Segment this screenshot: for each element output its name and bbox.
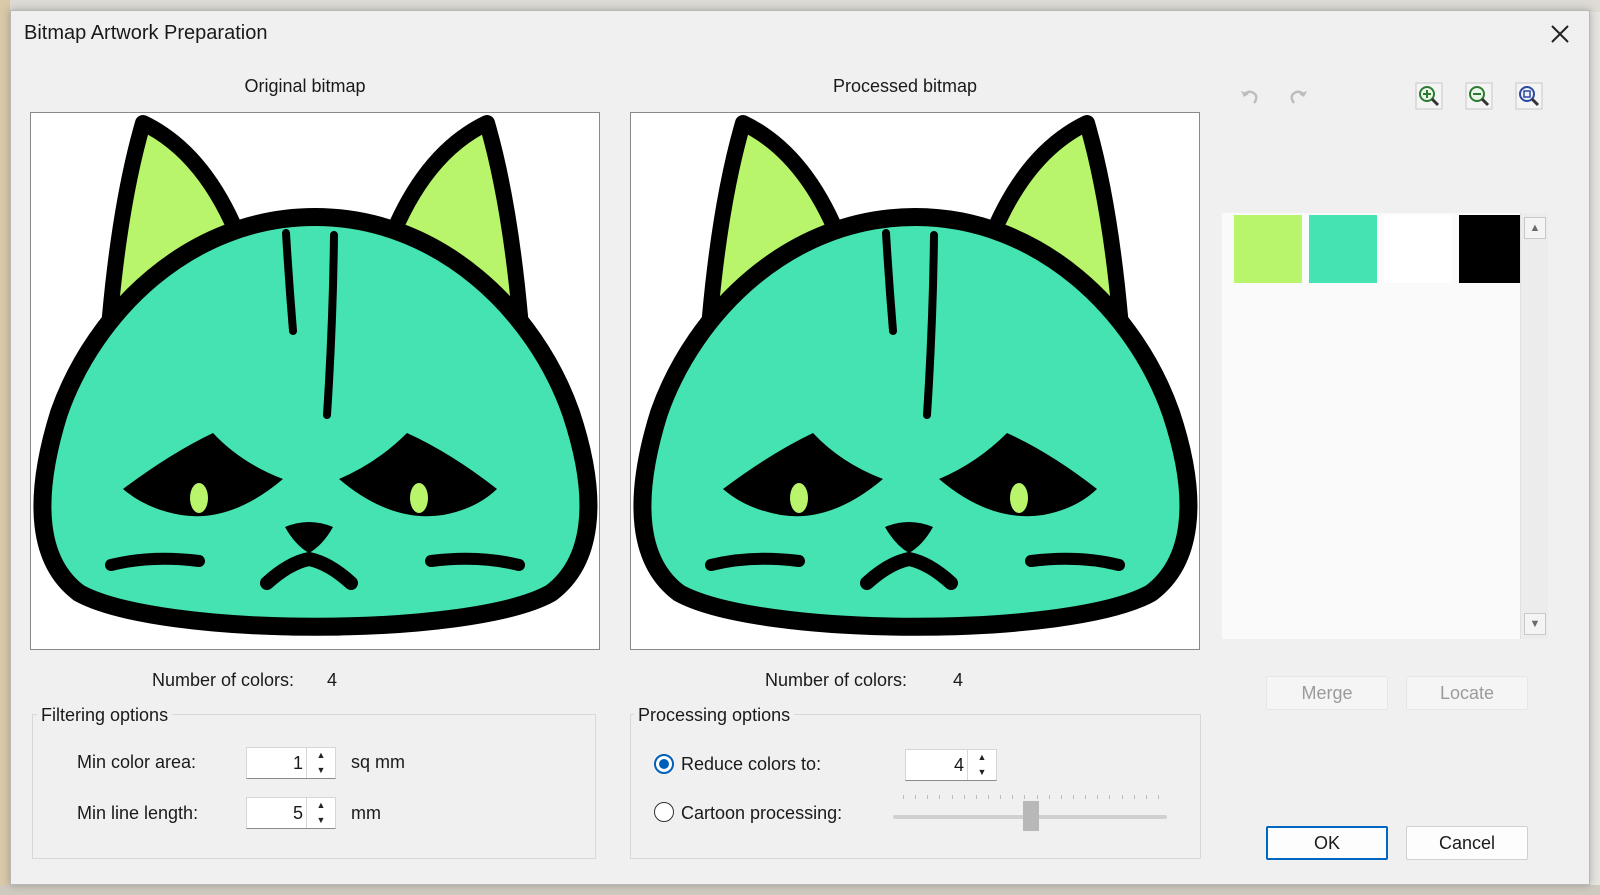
min-color-area-value: 1: [292, 753, 303, 773]
slider-tick: [951, 795, 953, 799]
zoom-fit-button[interactable]: [1512, 79, 1546, 113]
background-app-bottom: [0, 885, 1600, 895]
cat-whisker: [425, 552, 525, 571]
slider-tick: [1145, 795, 1147, 799]
cancel-button[interactable]: Cancel: [1406, 826, 1528, 860]
processed-cat-image: [633, 115, 1198, 636]
processing-options-title: Processing options: [634, 705, 795, 726]
redo-button[interactable]: [1282, 80, 1316, 114]
min-color-area-label: Min color area:: [77, 752, 197, 772]
slider-tick: [1000, 795, 1002, 799]
scroll-down-icon[interactable]: ▼: [1524, 613, 1546, 635]
processed-bitmap-view[interactable]: [630, 112, 1200, 650]
palette-swatch[interactable]: [1384, 215, 1452, 283]
original-colors-label: Number of colors:: [152, 670, 295, 690]
slider-tick: [1121, 795, 1123, 799]
close-icon: [1551, 25, 1569, 43]
reduce-colors-radio[interactable]: [654, 754, 674, 774]
dialog-title: Bitmap Artwork Preparation: [24, 22, 268, 44]
min-color-area-unit: sq mm: [351, 752, 405, 772]
palette-swatch[interactable]: [1234, 215, 1302, 283]
original-bitmap-caption: Original bitmap: [244, 76, 366, 96]
spin-down-icon[interactable]: ▼: [307, 813, 335, 828]
spin-down-icon[interactable]: ▼: [307, 763, 335, 778]
slider-tick: [939, 795, 941, 799]
slider-tick: [1048, 795, 1050, 799]
slider-tick: [1024, 795, 1026, 799]
slider-tick: [975, 795, 977, 799]
palette-swatch[interactable]: [1309, 215, 1377, 283]
spin-up-icon[interactable]: ▲: [307, 798, 335, 813]
palette-swatch[interactable]: [1459, 215, 1527, 283]
min-line-length-label: Min line length:: [77, 803, 199, 823]
redo-icon: [1290, 90, 1307, 104]
slider-tick: [1060, 795, 1062, 799]
min-line-length-value: 5: [292, 803, 303, 823]
spin-up-icon[interactable]: ▲: [307, 748, 335, 763]
cat-whisker: [705, 552, 805, 571]
processed-colors-label: Number of colors:: [765, 670, 908, 690]
min-line-length-stepper[interactable]: 5 ▲ ▼: [246, 797, 336, 829]
processed-colors-value: 4: [953, 670, 964, 690]
original-bitmap-view[interactable]: [30, 112, 600, 650]
zoom-out-button[interactable]: [1462, 79, 1496, 113]
slider-tick: [1085, 795, 1087, 799]
slider-tick: [1036, 795, 1038, 799]
processed-colors-count: Number of colors: 4: [765, 670, 1015, 691]
reduce-colors-label: Reduce colors to:: [681, 754, 822, 774]
cat-right-eye-highlight: [410, 483, 428, 513]
slider-tick: [1158, 795, 1159, 799]
original-colors-value: 4: [327, 670, 338, 690]
ok-button[interactable]: OK: [1266, 826, 1388, 860]
min-line-length-unit: mm: [351, 803, 381, 823]
scroll-up-icon[interactable]: ▲: [1524, 217, 1546, 239]
color-palette[interactable]: [1222, 213, 1527, 639]
close-button[interactable]: [1547, 21, 1573, 47]
reduce-colors-stepper[interactable]: 4 ▲ ▼: [905, 749, 997, 781]
cat-whisker: [1025, 552, 1125, 571]
filtering-options-title: Filtering options: [37, 705, 173, 726]
cat-whisker: [105, 552, 205, 571]
slider-tick: [988, 795, 989, 799]
slider-tick: [915, 795, 917, 799]
min-line-length-arrows[interactable]: ▲ ▼: [306, 798, 335, 828]
slider-tick: [927, 795, 929, 799]
original-colors-count: Number of colors: 4: [152, 670, 402, 691]
slider-tick: [1012, 795, 1014, 799]
spin-down-icon[interactable]: ▼: [968, 765, 996, 780]
cartoon-processing-label: Cartoon processing:: [681, 803, 843, 823]
filtering-options-group: [32, 714, 596, 859]
processed-bitmap-caption: Processed bitmap: [832, 76, 978, 96]
merge-button[interactable]: Merge: [1266, 676, 1388, 710]
min-color-area-arrows[interactable]: ▲ ▼: [306, 748, 335, 778]
background-app-edge: [0, 0, 10, 895]
original-cat-image: [33, 115, 598, 636]
zoom-out-icon: [1465, 82, 1493, 110]
slider-tick: [1133, 795, 1135, 799]
cartoon-processing-radio[interactable]: [654, 802, 674, 822]
zoom-in-button[interactable]: [1412, 79, 1446, 113]
zoom-in-icon: [1415, 82, 1443, 110]
spin-up-icon[interactable]: ▲: [968, 750, 996, 765]
undo-icon: [1241, 90, 1258, 104]
reduce-colors-value: 4: [953, 755, 964, 775]
slider-tick: [963, 795, 965, 799]
reduce-colors-arrows[interactable]: ▲ ▼: [967, 750, 996, 780]
undo-button[interactable]: [1232, 80, 1266, 114]
zoom-fit-icon: [1515, 82, 1543, 110]
slider-tick: [903, 795, 904, 799]
cartoon-slider-thumb[interactable]: [1022, 801, 1039, 831]
palette-scrollbar[interactable]: ▲ ▼: [1520, 213, 1548, 639]
cat-left-eye-highlight: [790, 483, 808, 513]
min-color-area-stepper[interactable]: 1 ▲ ▼: [246, 747, 336, 779]
processing-options-group: [630, 714, 1201, 859]
slider-tick: [1109, 795, 1111, 799]
cat-right-eye-highlight: [1010, 483, 1028, 513]
cat-left-eye-highlight: [190, 483, 208, 513]
locate-button[interactable]: Locate: [1406, 676, 1528, 710]
slider-tick: [1073, 795, 1074, 799]
slider-tick: [1097, 795, 1099, 799]
